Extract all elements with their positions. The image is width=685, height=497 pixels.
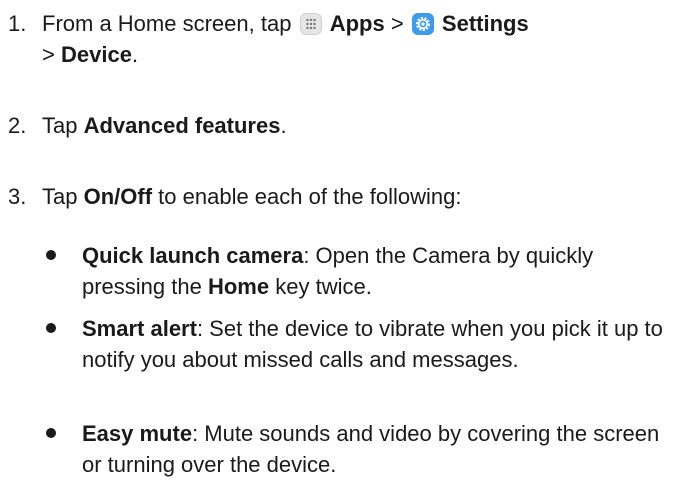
- device-label: Device: [60, 42, 132, 67]
- path-separator: >: [390, 11, 404, 36]
- step-2: 2. Tap Advanced features.: [8, 110, 678, 141]
- instructions-document: 1. From a Home screen, tap Apps > Settin…: [0, 0, 685, 497]
- bullet-smart-alert: Smart alert: Set the device to vibrate w…: [46, 313, 676, 375]
- step-number: 2.: [8, 113, 27, 138]
- advanced-features-label: Advanced features: [83, 113, 281, 138]
- step-text-part: Tap: [42, 184, 78, 209]
- bullet-dot: [46, 428, 56, 438]
- step-text: Tap On/Off to enable each of the followi…: [42, 181, 678, 212]
- bullet-title: Quick launch camera: [82, 243, 304, 268]
- step-text: Tap Advanced features.: [42, 110, 678, 141]
- period: .: [280, 113, 287, 138]
- bullet-easy-mute: Easy mute: Mute sounds and video by cove…: [46, 418, 676, 480]
- step-text-part: Tap: [42, 113, 78, 138]
- step-number: 3.: [8, 184, 27, 209]
- home-key-label: Home: [207, 274, 270, 299]
- step-number: 1.: [8, 11, 27, 36]
- apps-grid-icon: [299, 12, 322, 35]
- settings-label: Settings: [441, 11, 529, 36]
- bullet-dot: [46, 250, 56, 260]
- on-off-label: On/Off: [83, 184, 153, 209]
- step-3: 3. Tap On/Off to enable each of the foll…: [8, 181, 678, 212]
- period: .: [131, 42, 139, 67]
- settings-gear-icon: [411, 12, 434, 35]
- step-text-part: to enable each of the following:: [158, 184, 462, 209]
- bullet-text: Smart alert: Set the device to vibrate w…: [82, 313, 676, 375]
- bullet-text: Easy mute: Mute sounds and video by cove…: [82, 418, 676, 480]
- step-1: 1. From a Home screen, tap Apps > Settin…: [8, 8, 678, 70]
- path-separator: >: [42, 42, 55, 67]
- bullet-text: Quick launch camera: Open the Camera by …: [82, 240, 676, 302]
- bullet-title: Easy mute: [82, 421, 193, 446]
- bullet-quick-launch-camera: Quick launch camera: Open the Camera by …: [46, 240, 676, 302]
- step-text: From a Home screen, tap Apps > Settings …: [42, 8, 678, 70]
- bullet-dot: [46, 323, 56, 333]
- bullet-title: Smart alert: [82, 316, 197, 341]
- bullet-description: key twice.: [275, 274, 372, 299]
- apps-label: Apps: [329, 11, 385, 36]
- step-text-part: From a Home screen, tap: [42, 11, 292, 36]
